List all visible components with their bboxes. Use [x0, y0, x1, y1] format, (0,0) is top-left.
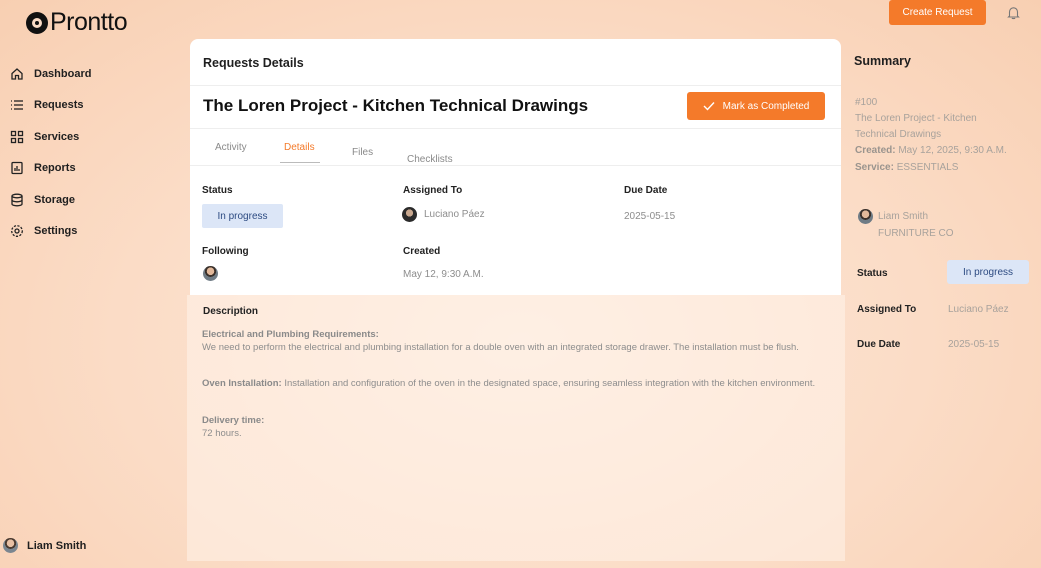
- summary-assigned-value: Luciano Páez: [948, 304, 1009, 315]
- user-name: Liam Smith: [27, 539, 87, 552]
- sidebar-item-reports[interactable]: Reports: [10, 153, 91, 185]
- create-request-button[interactable]: Create Request: [889, 0, 986, 25]
- assignee-avatar: [402, 207, 417, 222]
- sidebar-item-label: Dashboard: [34, 67, 92, 80]
- grid-icon: [10, 130, 24, 144]
- summary-project-line2: Technical Drawings: [855, 129, 942, 140]
- summary-status-label: Status: [857, 268, 888, 279]
- created-value: May 12, 9:30 A.M.: [403, 269, 484, 280]
- status-label: Status: [202, 185, 233, 196]
- tab-checklists[interactable]: Checklists: [407, 154, 453, 165]
- summary-assigned-label: Assigned To: [857, 304, 917, 315]
- sidebar-item-requests[interactable]: Requests: [10, 90, 91, 122]
- due-date-label: Due Date: [624, 185, 668, 196]
- mark-completed-button[interactable]: Mark as Completed: [687, 92, 825, 120]
- tab-files[interactable]: Files: [352, 147, 373, 158]
- description-paragraph: Oven Installation: Installation and conf…: [202, 378, 832, 391]
- summary-service-label: Service:: [855, 162, 894, 173]
- description-heading: Electrical and Plumbing Requirements:: [202, 329, 379, 340]
- request-details-card: [190, 39, 841, 295]
- project-title: The Loren Project - Kitchen Technical Dr…: [203, 96, 589, 115]
- page-title: Requests Details: [203, 56, 304, 70]
- check-icon: [703, 102, 715, 111]
- description-text: Installation and configuration of the ov…: [281, 378, 816, 389]
- logo-mark-icon: [26, 11, 48, 34]
- sidebar-item-label: Settings: [34, 225, 78, 238]
- due-date-value: 2025-05-15: [624, 211, 676, 222]
- summary-created-label: Created:: [855, 145, 896, 156]
- follower-avatar[interactable]: [203, 266, 218, 281]
- summary-request-id: #100: [855, 97, 878, 108]
- list-icon: [10, 98, 24, 112]
- tab-activity[interactable]: Activity: [215, 142, 247, 153]
- summary-project-line1: The Loren Project - Kitchen: [855, 113, 977, 124]
- logo[interactable]: Prontto: [26, 8, 128, 37]
- summary-status-badge: In progress: [947, 260, 1029, 284]
- tab-details[interactable]: Details: [284, 142, 315, 153]
- description-text: We need to perform the electrical and pl…: [202, 341, 799, 353]
- brand-name: Prontto: [50, 8, 128, 36]
- sidebar-item-label: Reports: [34, 162, 76, 175]
- summary-service: Service: ESSENTIALS: [855, 162, 958, 173]
- tab-active-indicator: [280, 162, 320, 163]
- divider: [190, 165, 841, 166]
- divider: [190, 128, 841, 129]
- sidebar-item-storage[interactable]: Storage: [10, 184, 91, 216]
- sidebar-item-services[interactable]: Services: [10, 121, 91, 153]
- sidebar-item-label: Requests: [34, 99, 84, 112]
- created-label: Created: [403, 246, 441, 257]
- mark-completed-label: Mark as Completed: [722, 100, 810, 112]
- summary-due-value: 2025-05-15: [948, 339, 1000, 350]
- report-icon: [10, 161, 24, 175]
- client-company: FURNITURE CO: [878, 228, 954, 239]
- client-avatar: [858, 209, 873, 224]
- assigned-to-label: Assigned To: [403, 185, 463, 196]
- database-icon: [10, 193, 24, 207]
- gear-icon: [10, 224, 24, 238]
- divider: [190, 85, 841, 86]
- description-text: 72 hours.: [202, 427, 242, 439]
- description-heading: Oven Installation:: [202, 378, 282, 389]
- sidebar-nav: Dashboard Requests Services Reports Stor…: [10, 58, 91, 247]
- summary-title: Summary: [854, 54, 911, 68]
- summary-service-value: ESSENTIALS: [893, 162, 959, 173]
- following-label: Following: [202, 246, 249, 257]
- sidebar-item-settings[interactable]: Settings: [10, 216, 91, 248]
- sidebar-user[interactable]: Liam Smith: [3, 538, 86, 553]
- description-paragraph: Delivery time: 72 hours.: [202, 415, 832, 440]
- assignee-name: Luciano Páez: [424, 209, 485, 220]
- sidebar-item-label: Storage: [34, 193, 75, 206]
- summary-due-label: Due Date: [857, 339, 901, 350]
- description-paragraph: Electrical and Plumbing Requirements: We…: [202, 329, 832, 354]
- summary-created: Created: May 12, 2025, 9:30 A.M.: [855, 145, 1007, 156]
- bell-icon[interactable]: [1006, 5, 1021, 20]
- home-icon: [10, 67, 24, 81]
- sidebar-item-label: Services: [34, 130, 80, 143]
- avatar: [3, 538, 18, 553]
- description-heading: Delivery time:: [202, 415, 265, 426]
- description-title: Description: [203, 306, 259, 317]
- client-name: Liam Smith: [878, 211, 929, 222]
- status-badge[interactable]: In progress: [202, 204, 283, 228]
- sidebar-item-dashboard[interactable]: Dashboard: [10, 58, 91, 90]
- summary-created-value: May 12, 2025, 9:30 A.M.: [895, 145, 1007, 156]
